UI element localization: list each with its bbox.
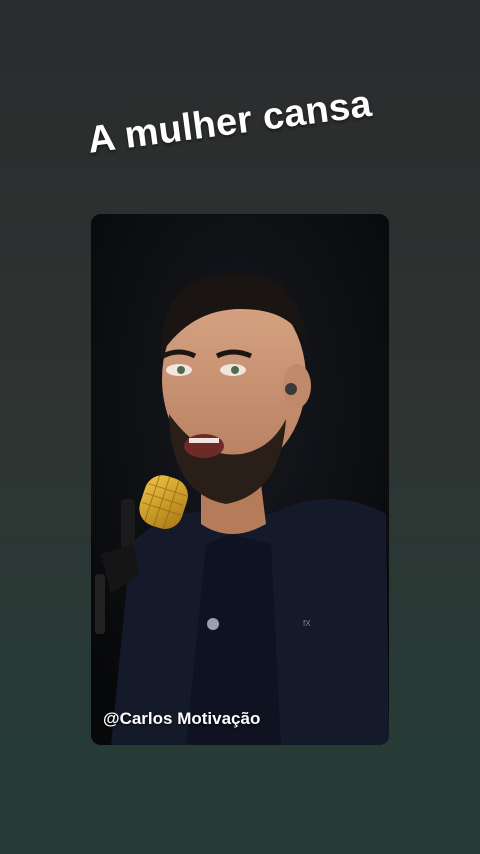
caption-title: A mulher cansa [85, 82, 375, 162]
video-player[interactable]: fX @Carlos Motivação [91, 214, 389, 745]
svg-text:fX: fX [303, 619, 311, 628]
video-watermark: @Carlos Motivação [103, 709, 261, 728]
video-frame-illustration: fX [91, 214, 389, 745]
